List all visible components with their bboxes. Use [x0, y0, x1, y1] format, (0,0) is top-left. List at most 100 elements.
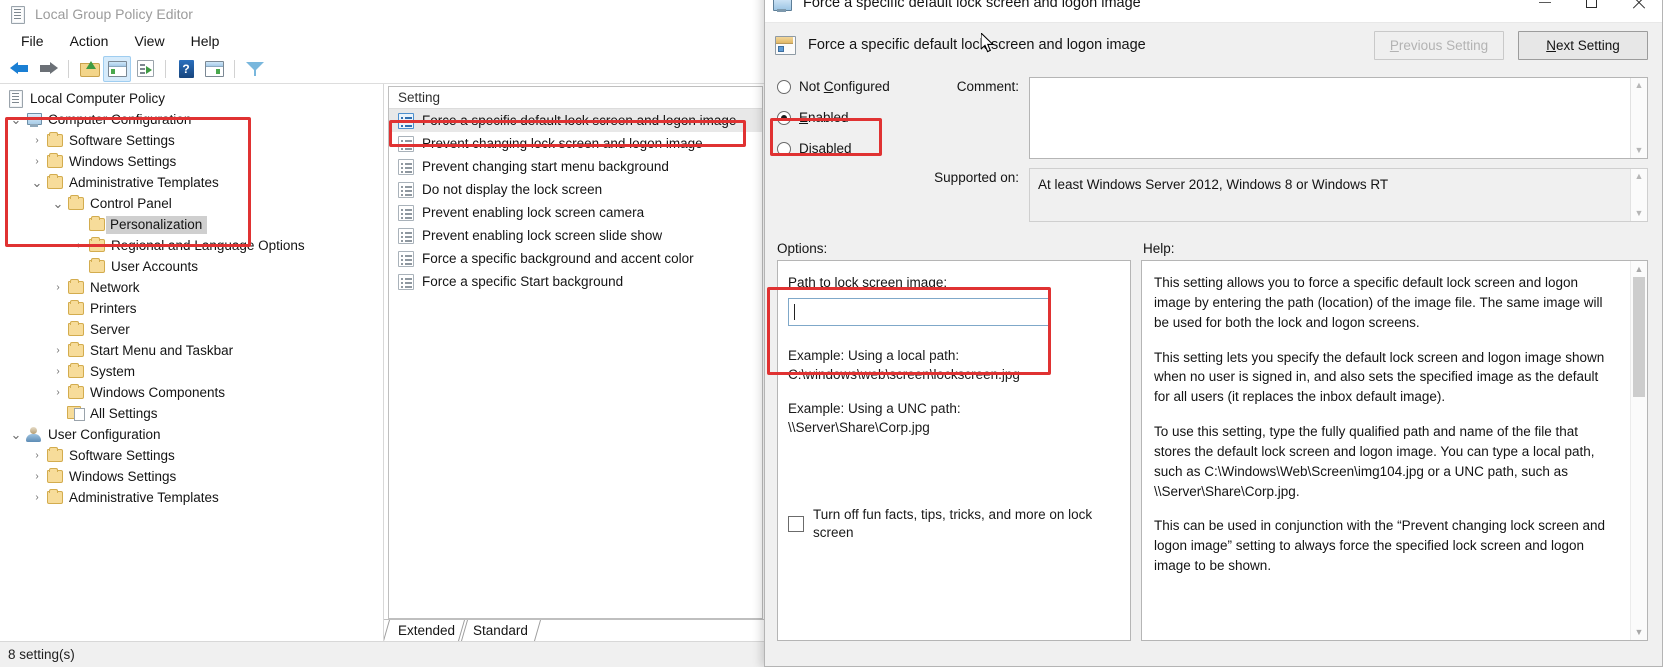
tree-item-server[interactable]: Server	[0, 319, 383, 340]
supported-on-scrollbar[interactable]: ▲ ▼	[1630, 169, 1647, 221]
tree-item-label: Control Panel	[85, 196, 172, 211]
tree-item-regional-and-language-options[interactable]: ›Regional and Language Options	[0, 235, 383, 256]
tree-item-label: Administrative Templates	[64, 175, 219, 190]
scroll-up-icon[interactable]: ▲	[1635, 172, 1644, 181]
back-button[interactable]	[6, 56, 34, 82]
chevron-right-icon[interactable]: ›	[71, 241, 87, 251]
forward-button[interactable]	[34, 56, 62, 82]
export-list-button[interactable]	[131, 56, 159, 82]
setting-label: Force a specific background and accent c…	[422, 251, 694, 266]
menu-help[interactable]: Help	[178, 30, 233, 52]
tree-item-start-menu-and-taskbar[interactable]: ›Start Menu and Taskbar	[0, 340, 383, 361]
turn-off-fun-facts-checkbox[interactable]	[788, 516, 804, 532]
tree-item-software-settings[interactable]: › Software Settings	[0, 445, 383, 466]
close-button[interactable]	[1615, 0, 1662, 22]
scroll-up-icon[interactable]: ▲	[1631, 264, 1647, 274]
setting-list-item[interactable]: Prevent enabling lock screen slide show	[389, 224, 762, 247]
tree-item-label: Software Settings	[64, 448, 175, 463]
setting-list-item[interactable]: Force a specific background and accent c…	[389, 247, 762, 270]
setting-list-item[interactable]: Do not display the lock screen	[389, 178, 762, 201]
app-title: Local Group Policy Editor	[35, 6, 193, 22]
tree-item-network[interactable]: ›Network	[0, 277, 383, 298]
tree-item-all-settings[interactable]: All Settings	[0, 403, 383, 424]
policy-setting-icon	[398, 136, 414, 152]
setting-list-item[interactable]: Force a specific default lock screen and…	[389, 109, 762, 132]
toolbar-separator	[68, 60, 69, 78]
tree-item-personalization[interactable]: Personalization	[0, 214, 383, 235]
setting-list-item[interactable]: Prevent changing lock screen and logon i…	[389, 132, 762, 155]
menu-action[interactable]: Action	[57, 30, 122, 52]
policy-setting-icon	[775, 35, 797, 55]
help-scrollbar[interactable]: ▲ ▼	[1630, 261, 1647, 640]
comment-scrollbar[interactable]: ▲ ▼	[1630, 78, 1647, 158]
dialog-window-icon	[773, 0, 793, 12]
tree-item-software-settings[interactable]: ›Software Settings	[0, 130, 383, 151]
settings-list-container: Setting Force a specific default lock sc…	[388, 86, 763, 619]
path-to-lock-screen-image-input[interactable]	[788, 298, 1050, 326]
chevron-down-icon[interactable]: ⌄	[29, 179, 45, 186]
policy-setting-icon	[398, 228, 414, 244]
tree-item-printers[interactable]: Printers	[0, 298, 383, 319]
menu-view[interactable]: View	[121, 30, 177, 52]
maximize-button[interactable]	[1568, 0, 1615, 22]
tree-item-windows-components[interactable]: ›Windows Components	[0, 382, 383, 403]
group-policy-editor-window: Local Group Policy Editor File Action Vi…	[0, 0, 768, 667]
chevron-down-icon[interactable]: ⌄	[8, 116, 24, 123]
turn-off-fun-facts-label: Turn off fun facts, tips, tricks, and mo…	[813, 506, 1118, 542]
tree-item-user-accounts[interactable]: User Accounts	[0, 256, 383, 277]
chevron-right-icon[interactable]: ›	[29, 136, 45, 146]
chevron-right-icon[interactable]: ›	[29, 451, 45, 461]
minimize-button[interactable]	[1521, 0, 1568, 22]
radio-disabled[interactable]: Disabled	[777, 133, 927, 164]
chevron-right-icon[interactable]: ›	[29, 493, 45, 503]
up-one-level-button[interactable]	[75, 56, 103, 82]
setting-list-item[interactable]: Prevent changing start menu background	[389, 155, 762, 178]
tree-item-label: User Accounts	[106, 259, 198, 274]
example-local-title: Example: Using a local path:	[788, 346, 1118, 365]
example-unc-path: \\Server\Share\Corp.jpg	[788, 418, 1118, 437]
chevron-right-icon[interactable]: ›	[29, 157, 45, 167]
setting-list-item[interactable]: Prevent enabling lock screen camera	[389, 201, 762, 224]
comment-textarea[interactable]: ▲ ▼	[1029, 77, 1648, 159]
scroll-up-icon[interactable]: ▲	[1635, 81, 1644, 90]
tree-item-administrative-templates[interactable]: ›Administrative Templates	[0, 487, 383, 508]
tree-item-windows-settings[interactable]: ›Windows Settings	[0, 151, 383, 172]
scroll-down-icon[interactable]: ▼	[1635, 146, 1644, 155]
tree-item-system[interactable]: ›System	[0, 361, 383, 382]
scroll-down-icon[interactable]: ▼	[1635, 209, 1644, 218]
turn-off-fun-facts-checkbox-row[interactable]: Turn off fun facts, tips, tricks, and mo…	[788, 506, 1118, 542]
tab-extended[interactable]: Extended	[386, 620, 461, 641]
show-hide-action-pane-button[interactable]	[200, 56, 228, 82]
chevron-right-icon[interactable]: ›	[50, 346, 66, 356]
chevron-right-icon[interactable]: ›	[50, 283, 66, 293]
scroll-down-icon[interactable]: ▼	[1631, 627, 1647, 637]
dialog-titlebar[interactable]: Force a specific default lock screen and…	[765, 0, 1662, 23]
filter-button[interactable]	[241, 56, 269, 82]
help-button[interactable]: ?	[172, 56, 200, 82]
chevron-down-icon[interactable]: ⌄	[50, 200, 66, 207]
settings-column-header[interactable]: Setting	[389, 87, 762, 109]
tree-item-control-panel[interactable]: ⌄ Control Panel	[0, 193, 383, 214]
menu-file[interactable]: File	[8, 30, 57, 52]
chevron-down-icon[interactable]: ⌄	[8, 431, 24, 438]
tree-item-windows-settings[interactable]: ›Windows Settings	[0, 466, 383, 487]
tree-item-computer-configuration[interactable]: ⌄Computer Configuration	[0, 109, 383, 130]
console-tree[interactable]: Local Computer Policy⌄Computer Configura…	[0, 84, 383, 641]
tree-item-local-computer-policy[interactable]: Local Computer Policy	[0, 88, 383, 109]
tree-item-administrative-templates[interactable]: ⌄ Administrative Templates	[0, 172, 383, 193]
next-setting-button[interactable]: Next Setting	[1518, 31, 1648, 60]
chevron-right-icon[interactable]: ›	[50, 388, 66, 398]
radio-not-configured[interactable]: Not Configured	[777, 71, 927, 102]
previous-setting-mnemonic: P	[1390, 38, 1399, 53]
chevron-right-icon[interactable]: ›	[50, 367, 66, 377]
tab-standard[interactable]: Standard	[461, 620, 534, 641]
tree-item-label: Server	[85, 322, 130, 337]
setting-list-item[interactable]: Force a specific Start background	[389, 270, 762, 293]
chevron-right-icon[interactable]: ›	[29, 472, 45, 482]
radio-enabled[interactable]: Enabled	[777, 102, 927, 133]
tree-item-user-configuration[interactable]: ⌄User Configuration	[0, 424, 383, 445]
scrollbar-thumb[interactable]	[1633, 277, 1645, 397]
show-hide-console-tree-button[interactable]	[103, 56, 131, 82]
options-pane: Path to lock screen image: Example: Usin…	[777, 260, 1131, 641]
dialog-header: Force a specific default lock screen and…	[765, 23, 1662, 67]
